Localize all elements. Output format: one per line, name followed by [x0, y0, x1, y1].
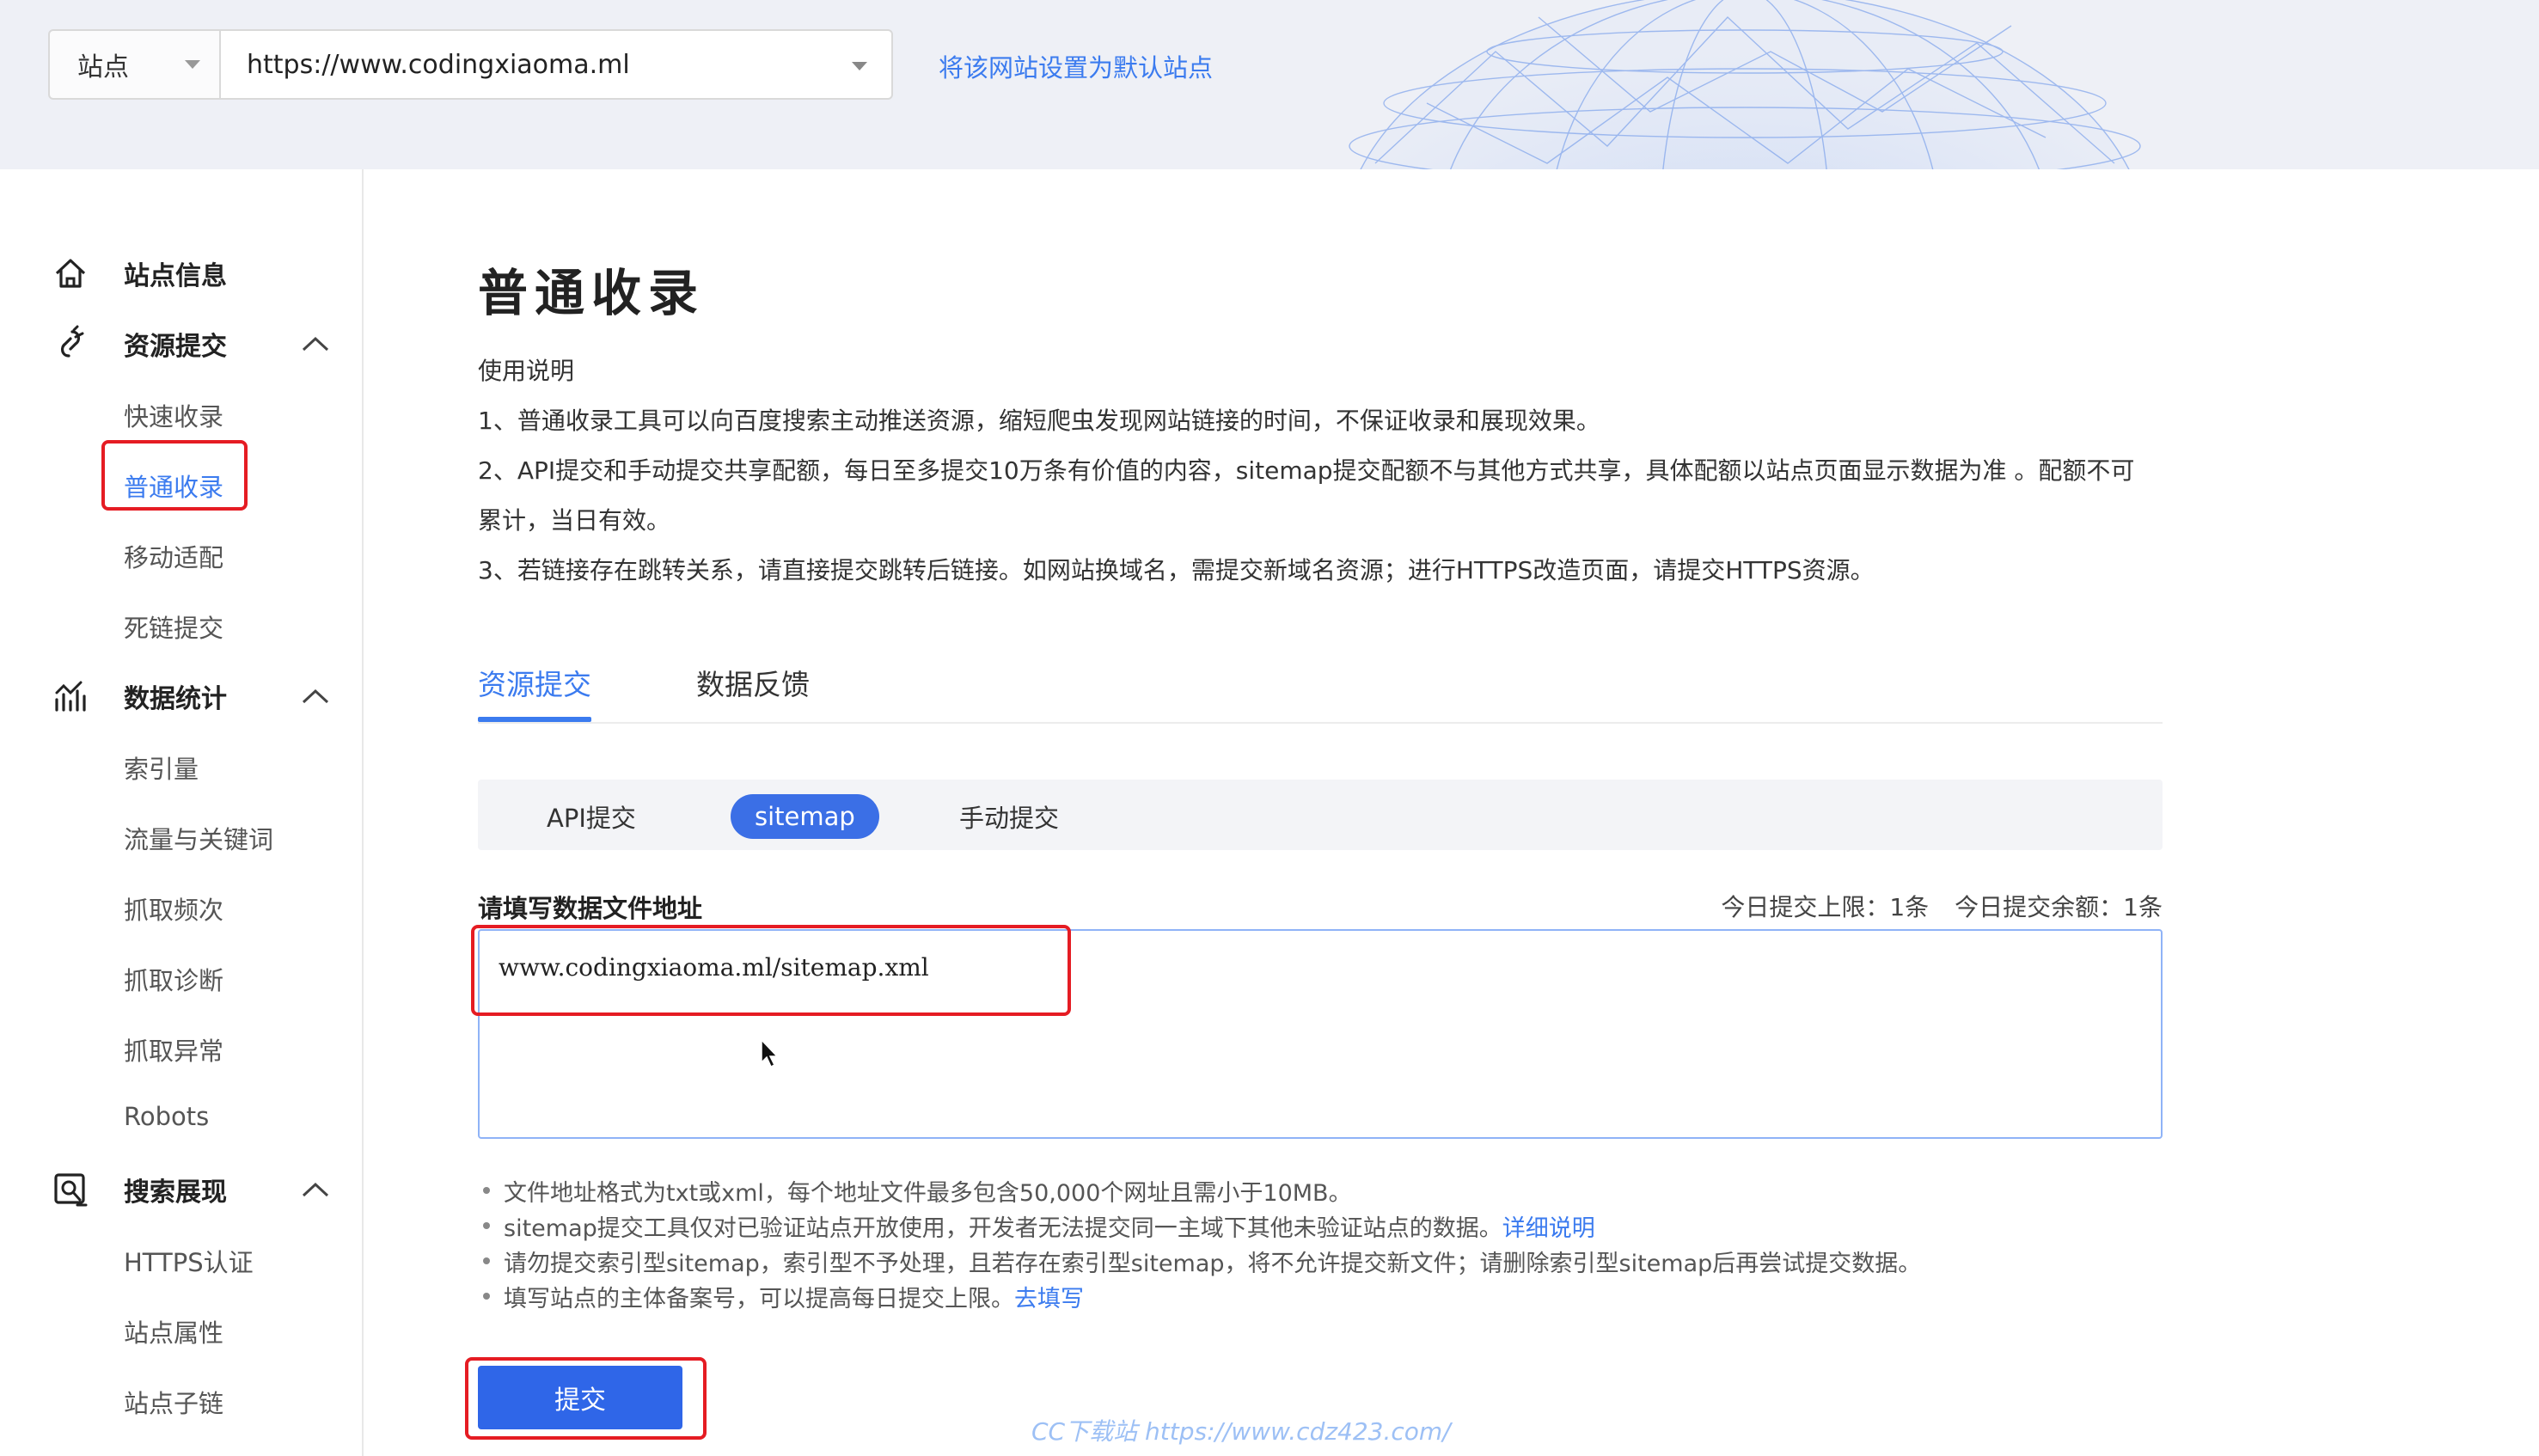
chevron-down-icon	[852, 62, 867, 70]
usage-title: 使用说明	[478, 357, 575, 385]
sidebar-item-site-info[interactable]: 站点信息	[0, 246, 364, 301]
notes-list: 文件地址格式为txt或xml，每个地址文件最多包含50,000个网址且需小于10…	[478, 1174, 1921, 1315]
method-sitemap[interactable]: sitemap	[731, 794, 879, 839]
active-item-highlight	[101, 440, 248, 511]
tabs-divider	[478, 722, 2163, 724]
sidebar-group-label: 站点信息	[124, 261, 227, 291]
globe-decoration-icon	[1349, 0, 2141, 169]
quota-remaining: 今日提交余额：1条	[1955, 893, 2163, 921]
sidebar-item-index-volume[interactable]: 索引量	[124, 749, 199, 786]
sidebar-item-crawl-frequency[interactable]: 抓取频次	[124, 890, 223, 927]
search-display-icon	[54, 1173, 88, 1207]
site-url-select[interactable]: https://www.codingxiaoma.ml	[219, 29, 893, 100]
chevron-up-icon[interactable]	[301, 688, 330, 705]
sitemap-url-input[interactable]	[478, 929, 2163, 1139]
sidebar-group-label: 搜索展现	[124, 1178, 227, 1208]
sidebar-group-label: 资源提交	[124, 332, 227, 362]
site-type-label: 站点	[77, 52, 129, 83]
sidebar-item-https-auth[interactable]: HTTPS认证	[124, 1243, 254, 1279]
usage-line: 3、若链接存在跳转关系，请直接提交跳转后链接。如网站换域名，需提交新域名资源；进…	[478, 556, 1875, 584]
sidebar-group-label: 数据统计	[124, 684, 227, 714]
sidebar-item-site-attributes[interactable]: 站点属性	[124, 1313, 223, 1349]
sidebar-item-traffic-keywords[interactable]: 流量与关键词	[124, 820, 273, 856]
sidebar-item-site-sublinks[interactable]: 站点子链	[124, 1384, 223, 1420]
active-tab-indicator	[478, 717, 591, 722]
note-item: 文件地址格式为txt或xml，每个地址文件最多包含50,000个网址且需小于10…	[478, 1174, 1921, 1209]
sidebar-item-dead-link[interactable]: 死链提交	[124, 609, 223, 645]
chevron-up-icon[interactable]	[301, 335, 330, 352]
usage-line: 累计，当日有效。	[478, 506, 671, 535]
site-url-value: https://www.codingxiaoma.ml	[247, 49, 630, 80]
note-text: sitemap提交工具仅对已验证站点开放使用，开发者无法提交同一主域下其他未验证…	[504, 1215, 1502, 1242]
note-item: 请勿提交索引型sitemap，索引型不予处理，且若存在索引型sitemap，将不…	[478, 1245, 1921, 1280]
sidebar-item-robots[interactable]: Robots	[124, 1102, 209, 1131]
note-item: sitemap提交工具仅对已验证站点开放使用，开发者无法提交同一主域下其他未验证…	[478, 1209, 1921, 1245]
chevron-down-icon	[185, 60, 200, 69]
quota-limit: 今日提交上限：1条	[1721, 893, 1930, 921]
set-default-site-link[interactable]: 将该网站设置为默认站点	[939, 48, 1213, 84]
top-header: 站点 https://www.codingxiaoma.ml 将该网站设置为默认…	[0, 0, 2539, 169]
chart-icon	[55, 681, 86, 712]
sidebar-group-data-stats[interactable]: 数据统计	[0, 669, 364, 724]
tab-resource-submit[interactable]: 资源提交	[478, 662, 591, 703]
tab-data-feedback[interactable]: 数据反馈	[696, 662, 810, 703]
page-title: 普通收录	[478, 264, 706, 322]
watermark-text: CC下载站 https://www.cdz423.com/	[1031, 1417, 1451, 1446]
method-manual[interactable]: 手动提交	[959, 794, 1059, 839]
link-icon	[60, 325, 84, 358]
details-link[interactable]: 详细说明	[1502, 1215, 1595, 1242]
home-icon	[55, 259, 86, 288]
sidebar-item-crawl-diagnosis[interactable]: 抓取诊断	[124, 961, 223, 997]
note-text: 填写站点的主体备案号，可以提高每日提交上限。	[504, 1286, 1014, 1312]
note-text: 请勿提交索引型sitemap，索引型不予处理，且若存在索引型sitemap，将不…	[504, 1251, 1922, 1277]
method-api[interactable]: API提交	[547, 794, 636, 839]
fill-in-link[interactable]: 去填写	[1014, 1286, 1084, 1312]
sidebar-group-resource-submit[interactable]: 资源提交	[0, 316, 364, 371]
site-type-select[interactable]: 站点	[48, 29, 221, 100]
sidebar-item-mobile-adapt[interactable]: 移动适配	[124, 538, 223, 574]
usage-line: 1、普通收录工具可以向百度搜索主动推送资源，缩短爬虫发现网站链接的时间，不保证收…	[478, 407, 1600, 435]
sidebar-group-search-display[interactable]: 搜索展现	[0, 1162, 364, 1217]
chevron-up-icon[interactable]	[301, 1181, 330, 1198]
sidebar-item-quick-index[interactable]: 快速收录	[124, 397, 223, 433]
quota-info: 今日提交上限：1条 今日提交余额：1条	[1721, 889, 2163, 923]
usage-line: 2、API提交和手动提交共享配额，每日至多提交10万条有价值的内容，sitema…	[478, 456, 2135, 485]
sidebar-item-crawl-errors[interactable]: 抓取异常	[124, 1031, 223, 1068]
note-item: 填写站点的主体备案号，可以提高每日提交上限。去填写	[478, 1280, 1921, 1315]
file-url-label: 请填写数据文件地址	[478, 894, 703, 923]
note-text: 文件地址格式为txt或xml，每个地址文件最多包含50,000个网址且需小于10…	[504, 1180, 1352, 1207]
mouse-cursor-icon	[761, 1038, 779, 1068]
submit-button[interactable]: 提交	[478, 1366, 682, 1429]
